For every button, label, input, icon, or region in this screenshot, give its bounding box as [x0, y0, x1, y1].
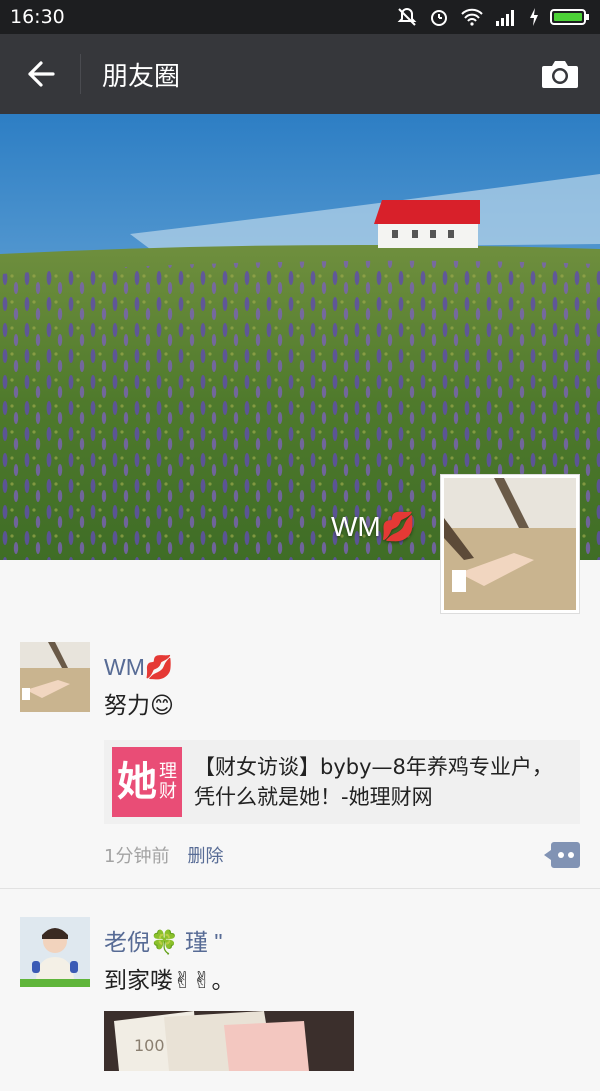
post-avatar[interactable]	[20, 642, 90, 712]
shared-link-thumbnail: 她 理 财	[112, 747, 182, 817]
status-icons	[396, 6, 590, 28]
back-arrow-icon	[28, 61, 55, 87]
post-avatar[interactable]	[20, 917, 90, 987]
delete-button[interactable]: 删除	[187, 842, 223, 868]
shared-link-title-line2: 凭什么就是她！-她理财网	[194, 785, 433, 809]
shared-link-title: 【财女访谈】byby—8年养鸡专业户， 凭什么就是她！-她理财网	[194, 752, 553, 812]
status-time: 16:30	[10, 6, 65, 28]
signal-icon	[494, 7, 518, 27]
title-divider	[80, 54, 81, 94]
moments-feed: WM💋 努力😊 她 理 财 【财女访谈】byby—8年养鸡专业户， 凭什么就是她…	[0, 614, 600, 1091]
post-time: 1分钟前	[104, 846, 170, 867]
alarm-icon	[428, 6, 450, 28]
post-text: 到家喽✌✌。	[104, 968, 235, 994]
profile-avatar[interactable]	[440, 474, 580, 614]
battery-icon	[550, 7, 590, 27]
status-bar: 16:30	[0, 0, 600, 34]
feed-post: 老倪🍀 瑾 " 到家喽✌✌。 100	[0, 888, 600, 1091]
post-meta: 1分钟前 删除	[104, 842, 580, 868]
shared-link-card[interactable]: 她 理 财 【财女访谈】byby—8年养鸡专业户， 凭什么就是她！-她理财网	[104, 740, 580, 824]
post-author[interactable]: 老倪🍀 瑾 "	[104, 927, 580, 957]
top-bar: 朋友圈	[0, 34, 600, 114]
feed-post: WM💋 努力😊 她 理 财 【财女访谈】byby—8年养鸡专业户， 凭什么就是她…	[0, 614, 600, 888]
shared-link-title-line1: 【财女访谈】byby—8年养鸡专业户，	[194, 755, 553, 779]
camera-button[interactable]	[520, 34, 600, 114]
camera-icon	[542, 61, 578, 88]
comment-more-button[interactable]	[544, 842, 580, 868]
post-photo[interactable]: 100	[104, 1011, 354, 1071]
thumb-logo-sub-1: 理	[159, 761, 177, 782]
back-button[interactable]	[0, 34, 80, 114]
svg-text:100: 100	[134, 1036, 165, 1055]
page-title: 朋友圈	[102, 61, 181, 92]
charging-icon	[528, 7, 540, 27]
comment-more-icon	[544, 842, 580, 868]
wifi-icon	[460, 7, 484, 27]
cover-username: WM💋	[331, 511, 416, 542]
thumb-logo-sub-2: 财	[159, 781, 177, 802]
thumb-logo-sub: 理 财	[159, 762, 177, 802]
post-author[interactable]: WM💋	[104, 652, 580, 682]
thumb-logo-char: 她	[117, 759, 157, 805]
mute-icon	[396, 6, 418, 28]
post-text: 努力😊	[104, 693, 174, 719]
